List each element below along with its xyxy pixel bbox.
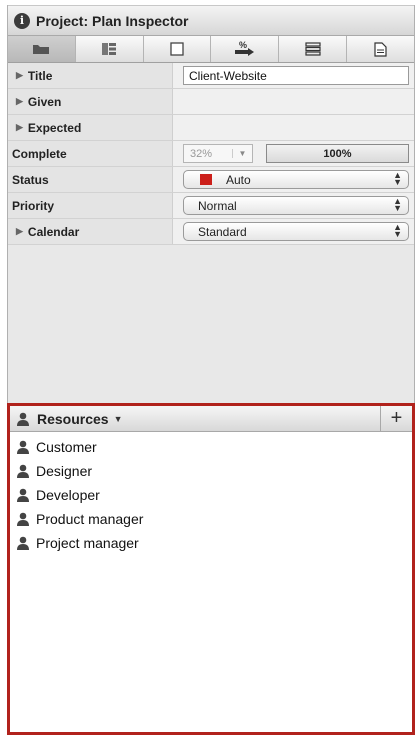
folder-icon <box>33 45 50 54</box>
list-item[interactable]: Product manager <box>10 507 412 531</box>
priority-label: Priority <box>8 193 173 218</box>
complete-percent: 32% <box>190 147 213 160</box>
svg-text:%: % <box>239 40 247 50</box>
inspector-toolbar: % <box>8 36 414 63</box>
complete-progress-button[interactable]: 100% <box>266 144 409 163</box>
document-icon <box>374 41 387 57</box>
add-resource-button[interactable]: + <box>380 405 412 432</box>
tab-database[interactable] <box>76 36 144 62</box>
resource-name: Product manager <box>36 511 144 527</box>
calendar-value: Standard <box>198 224 247 239</box>
person-icon <box>17 440 29 454</box>
person-icon <box>17 536 29 550</box>
person-icon <box>17 464 29 478</box>
list-item[interactable]: Designer <box>10 459 412 483</box>
tab-document[interactable] <box>347 36 414 62</box>
resources-section: Resources ▼ + Customer Designer Develope… <box>7 403 415 735</box>
given-label-cell[interactable]: ▶ Given <box>8 89 173 114</box>
title-label-cell[interactable]: ▶ Title <box>8 63 173 88</box>
expected-value <box>173 115 414 140</box>
expected-label: Expected <box>27 120 82 135</box>
calendar-label-cell[interactable]: ▶ Calendar <box>8 219 173 244</box>
title-field[interactable]: Client-Website <box>183 66 409 85</box>
status-popup[interactable]: Auto ▲ ▼ <box>183 170 409 189</box>
calendar-label: Calendar <box>27 224 80 239</box>
expected-label-cell[interactable]: ▶ Expected <box>8 115 173 140</box>
percent-icon: % <box>234 40 254 56</box>
priority-popup[interactable]: Normal ▲ ▼ <box>183 196 409 215</box>
disclosure-triangle-icon: ▶ <box>16 122 23 132</box>
disclosure-triangle-icon: ▶ <box>16 96 23 106</box>
updown-arrows-icon: ▲ ▼ <box>393 170 402 187</box>
list-icon <box>305 42 321 56</box>
list-item[interactable]: Developer <box>10 483 412 507</box>
person-icon <box>17 488 29 502</box>
complete-row: Complete 32% ▼ 100% <box>8 141 414 167</box>
tab-percent[interactable]: % <box>211 36 280 62</box>
status-color-swatch <box>200 174 212 185</box>
person-icon <box>17 512 29 526</box>
tab-list[interactable] <box>279 36 348 62</box>
list-item[interactable]: Project manager <box>10 531 412 555</box>
disclosure-triangle-icon: ▶ <box>16 226 23 236</box>
given-value <box>173 89 414 114</box>
priority-value: Normal <box>198 198 237 213</box>
chevron-down-icon[interactable]: ▼ <box>232 149 252 158</box>
inspector-title: Project: Plan Inspector <box>36 12 189 29</box>
tab-page[interactable] <box>144 36 212 62</box>
person-icon <box>17 412 29 426</box>
resource-name: Project manager <box>36 535 139 551</box>
page-icon <box>170 42 184 56</box>
plan-inspector-panel: i Project: Plan Inspector % ▶ Title Clie… <box>7 5 415 735</box>
chevron-down-icon[interactable]: ▼ <box>114 414 123 424</box>
priority-row: Priority Normal ▲ ▼ <box>8 193 414 219</box>
tab-folder[interactable] <box>8 36 76 62</box>
title-row: ▶ Title Client-Website <box>8 63 414 89</box>
inspector-titlebar: i Project: Plan Inspector <box>8 5 414 36</box>
resource-name: Designer <box>36 463 93 479</box>
status-label: Status <box>8 167 173 192</box>
status-value: Auto <box>226 172 251 187</box>
title-label: Title <box>27 68 53 83</box>
resources-title[interactable]: Resources <box>37 411 109 427</box>
database-icon <box>102 43 117 55</box>
resources-header: Resources ▼ + <box>10 405 412 432</box>
info-icon: i <box>14 12 30 29</box>
given-label: Given <box>27 94 62 109</box>
inspector-section: i Project: Plan Inspector % ▶ Title Clie… <box>7 5 415 405</box>
complete-percent-combo[interactable]: 32% ▼ <box>183 144 253 163</box>
resources-list: Customer Designer Developer Product mana… <box>10 432 412 555</box>
calendar-row: ▶ Calendar Standard ▲ ▼ <box>8 219 414 245</box>
list-item[interactable]: Customer <box>10 435 412 459</box>
given-row: ▶ Given <box>8 89 414 115</box>
status-row: Status Auto ▲ ▼ <box>8 167 414 193</box>
calendar-popup[interactable]: Standard ▲ ▼ <box>183 222 409 241</box>
disclosure-triangle-icon: ▶ <box>16 70 23 80</box>
updown-arrows-icon: ▲ ▼ <box>393 222 402 239</box>
resource-name: Customer <box>36 439 97 455</box>
expected-row: ▶ Expected <box>8 115 414 141</box>
updown-arrows-icon: ▲ ▼ <box>393 196 402 213</box>
resource-name: Developer <box>36 487 100 503</box>
complete-label: Complete <box>8 141 173 166</box>
